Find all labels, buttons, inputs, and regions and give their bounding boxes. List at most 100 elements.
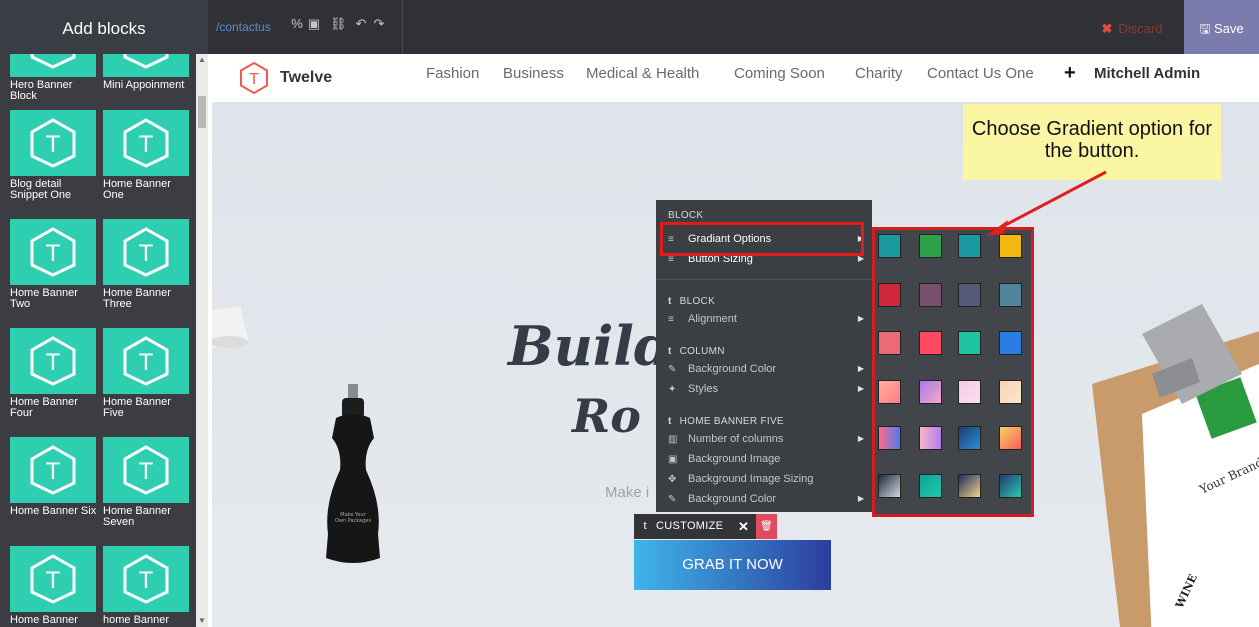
hero-title-line-2[interactable]: Ro	[572, 389, 641, 443]
gradient-swatch[interactable]	[919, 474, 942, 498]
nav-fashion[interactable]: Fashion	[426, 65, 479, 82]
block-logo-icon: T	[10, 219, 96, 285]
gradient-swatch[interactable]	[919, 283, 942, 307]
menu-background-image[interactable]: ▣ Background Image	[668, 450, 864, 468]
gradient-swatch[interactable]	[919, 234, 942, 258]
nav-charity[interactable]: Charity	[855, 65, 903, 82]
gradient-swatch[interactable]	[958, 331, 981, 355]
cup-image	[212, 306, 248, 348]
block-tile-home-banner-three[interactable]: T Home Banner Three	[103, 219, 189, 310]
nav-business[interactable]: Business	[503, 65, 564, 82]
customize-dropdown: BLOCK ≡ Gradiant Options ▶ ≡ Button Sizing ▶…	[656, 200, 872, 512]
nav-contact-us-one[interactable]: Contact Us One	[927, 65, 1034, 82]
submenu-arrow-icon: ▶	[857, 494, 864, 503]
block-tile-home-banner[interactable]: T Home Banner	[10, 546, 96, 626]
gradient-swatch[interactable]	[878, 331, 901, 355]
gradient-swatch[interactable]	[999, 283, 1022, 307]
dropdown-divider	[656, 279, 872, 280]
file-icon[interactable]: ▣	[307, 17, 321, 31]
add-menu-icon[interactable]: +	[1064, 62, 1076, 85]
block-tile-blog-detail-snippet-one[interactable]: T Blog detail Snippet One	[10, 110, 96, 201]
menu-alignment[interactable]: ≡ Alignment ▶	[668, 310, 864, 328]
trash-icon[interactable]: 🗑	[756, 514, 777, 539]
block-logo-icon: T	[10, 437, 96, 503]
svg-text:T: T	[139, 349, 154, 376]
block-tile-hero-banner-block[interactable]: T Hero Banner Block	[10, 54, 96, 102]
scroll-down-icon[interactable]: ▼	[196, 615, 208, 627]
gradient-swatch[interactable]	[919, 331, 942, 355]
block-label: Hero Banner Block	[10, 79, 73, 102]
block-tile-home-banner-seven[interactable]: T Home Banner Seven	[103, 437, 189, 528]
submenu-arrow-icon: ▶	[857, 364, 864, 373]
move-icon: ✥	[668, 474, 677, 485]
customize-label[interactable]: CUSTOMIZE	[656, 520, 723, 532]
gradient-swatch[interactable]	[919, 426, 942, 450]
gradient-swatch-panel	[872, 227, 1034, 517]
gradient-swatch[interactable]	[878, 283, 901, 307]
scroll-thumb[interactable]	[198, 96, 206, 128]
gradient-swatch[interactable]	[999, 331, 1022, 355]
pepper-mill-image: Make Your Own Packages	[326, 384, 380, 563]
block-label: Home Banner Two	[10, 287, 78, 310]
sidebar-scrollbar[interactable]: ▲ ▼	[196, 54, 208, 627]
remove-icon[interactable]: ✕	[738, 514, 749, 539]
save-button[interactable]: 🖫 Save	[1184, 0, 1259, 54]
block-label: Mini Appoinment	[103, 79, 185, 91]
link-icon[interactable]: %	[290, 17, 304, 31]
block-logo-icon: T	[10, 54, 96, 77]
block-tile-home-banner-five[interactable]: T Home Banner Five	[103, 328, 189, 419]
svg-text:T: T	[139, 131, 154, 158]
gradient-swatch[interactable]	[878, 474, 901, 498]
gradient-swatch[interactable]	[999, 474, 1022, 498]
block-tile-home-banner-one[interactable]: T Home Banner One	[103, 110, 189, 201]
menu-background-image-sizing[interactable]: ✥ Background Image Sizing	[668, 470, 864, 488]
undo-icon[interactable]: ↶	[354, 17, 368, 31]
block-tile-home-banner-two[interactable]: T Home Banner Two	[10, 219, 96, 310]
svg-text:Own Packages: Own Packages	[335, 518, 372, 524]
gradient-swatch[interactable]	[919, 380, 942, 404]
annotation-callout: Choose Gradient option for the button.	[963, 104, 1221, 180]
block-tile-home-banner-four[interactable]: T Home Banner Four	[10, 328, 96, 419]
block-tile-mini-appoinment[interactable]: T Mini Appoinment	[103, 54, 189, 91]
redo-icon[interactable]: ↷	[372, 17, 386, 31]
svg-text:T: T	[46, 567, 61, 594]
brand-logo-icon[interactable]: T	[240, 62, 268, 94]
gradient-swatch[interactable]	[878, 380, 901, 404]
block-label: Home Banner One	[103, 178, 171, 201]
magic-icon: ✦	[668, 384, 677, 395]
menu-styles[interactable]: ✦ Styles ▶	[668, 380, 864, 398]
menu-background-color[interactable]: ✎ Background Color ▶	[668, 490, 864, 508]
brush-icon: ✎	[668, 494, 677, 505]
gradient-swatch[interactable]	[958, 283, 981, 307]
customize-toolbar[interactable]: t CUSTOMIZE ✕ 🗑	[634, 514, 777, 539]
user-menu[interactable]: Mitchell Admin	[1094, 65, 1200, 82]
image-icon: ▣	[668, 454, 678, 465]
gradient-swatch[interactable]	[878, 234, 901, 258]
unlink-icon[interactable]: ⛓	[330, 17, 347, 31]
gradient-swatch[interactable]	[958, 426, 981, 450]
nav-medical-health[interactable]: Medical & Health	[586, 65, 699, 82]
block-tile-home-banner-2[interactable]: Thome Banner	[103, 546, 189, 626]
align-icon: ≡	[668, 314, 674, 325]
scroll-up-icon[interactable]: ▲	[196, 54, 208, 66]
gradient-swatch[interactable]	[958, 474, 981, 498]
nav-coming-soon[interactable]: Coming Soon	[734, 65, 825, 82]
gradient-swatch[interactable]	[999, 426, 1022, 450]
block-logo-icon: T	[103, 54, 189, 77]
gradient-swatch[interactable]	[999, 380, 1022, 404]
block-tile-home-banner-six[interactable]: T Home Banner Six	[10, 437, 96, 517]
discard-button[interactable]: ✖ Discard	[1088, 0, 1176, 54]
grab-it-now-button[interactable]: GRAB IT NOW	[634, 540, 831, 590]
page-url[interactable]: /contactus	[216, 20, 271, 34]
block-logo-icon: T	[10, 546, 96, 612]
gradient-swatch[interactable]	[958, 234, 981, 258]
gradient-swatch[interactable]	[878, 426, 901, 450]
gradient-swatch[interactable]	[958, 380, 981, 404]
submenu-arrow-icon: ▶	[857, 434, 864, 443]
menu-column-background-color[interactable]: ✎ Background Color ▶	[668, 360, 864, 378]
block-label: Home Banner Three	[103, 287, 171, 310]
hero-title-line-1[interactable]: Build	[508, 314, 672, 378]
menu-number-of-columns[interactable]: ▥ Number of columns ▶	[668, 430, 864, 448]
hero-subtitle[interactable]: Make i	[605, 484, 649, 501]
brand-name[interactable]: Twelve	[280, 69, 332, 87]
